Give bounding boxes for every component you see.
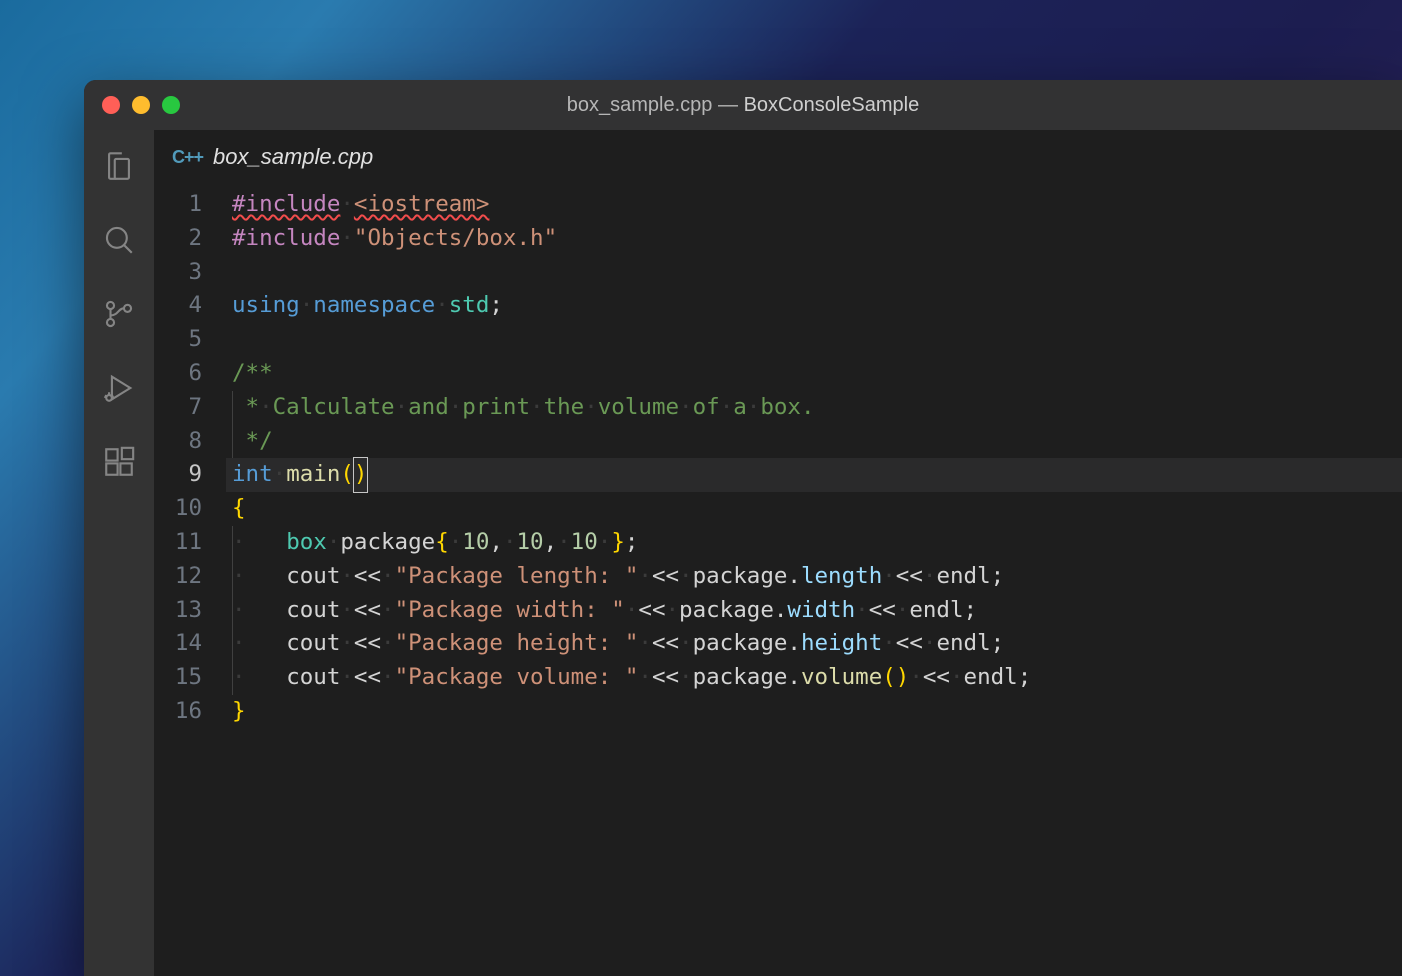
cpp-file-icon: C++	[172, 147, 203, 168]
line-number: 3	[154, 256, 202, 290]
editor-window: box_sample.cpp — BoxConsoleSample	[84, 80, 1402, 976]
tab-filename: box_sample.cpp	[213, 144, 373, 170]
line-number: 13	[154, 594, 202, 628]
window-controls	[102, 96, 180, 114]
source-control-icon[interactable]	[101, 296, 137, 332]
line-number: 1	[154, 188, 202, 222]
window-body: C++ box_sample.cpp 123456789101112131415…	[84, 130, 1402, 976]
line-number: 12	[154, 560, 202, 594]
line-number: 8	[154, 425, 202, 459]
run-debug-icon[interactable]	[101, 370, 137, 406]
title-filename: box_sample.cpp	[567, 94, 713, 116]
line-number: 6	[154, 357, 202, 391]
code-line[interactable]: · cout·<<·"Package width: "·<<·package.w…	[232, 594, 1402, 628]
activity-bar	[84, 130, 154, 976]
code-line[interactable]: /**	[232, 357, 1402, 391]
line-number: 5	[154, 323, 202, 357]
line-number: 15	[154, 661, 202, 695]
code-line[interactable]	[232, 323, 1402, 357]
line-number: 2	[154, 222, 202, 256]
title-separator: —	[712, 94, 743, 116]
code-content[interactable]: #include·<iostream>#include·"Objects/box…	[232, 188, 1402, 976]
line-number: 11	[154, 526, 202, 560]
code-line[interactable]: int·main()	[226, 458, 1402, 492]
line-number: 14	[154, 627, 202, 661]
code-line[interactable]: using·namespace·std;	[232, 289, 1402, 323]
titlebar[interactable]: box_sample.cpp — BoxConsoleSample	[84, 80, 1402, 130]
code-line[interactable]: }	[232, 695, 1402, 729]
line-number: 4	[154, 289, 202, 323]
maximize-icon[interactable]	[162, 96, 180, 114]
code-editor[interactable]: 12345678910111213141516 #include·<iostre…	[154, 184, 1402, 976]
line-number: 16	[154, 695, 202, 729]
title-project: BoxConsoleSample	[744, 94, 920, 116]
tab-box-sample[interactable]: C++ box_sample.cpp	[154, 130, 397, 184]
close-icon[interactable]	[102, 96, 120, 114]
search-icon[interactable]	[101, 222, 137, 258]
line-number-gutter: 12345678910111213141516	[154, 188, 232, 976]
code-line[interactable]: *·Calculate·and·print·the·volume·of·a·bo…	[232, 391, 1402, 425]
explorer-icon[interactable]	[101, 148, 137, 184]
line-number: 10	[154, 492, 202, 526]
code-line[interactable]: {	[232, 492, 1402, 526]
line-number: 9	[154, 458, 202, 492]
editor-group: C++ box_sample.cpp 123456789101112131415…	[154, 130, 1402, 976]
code-line[interactable]: · box·package{·10,·10,·10·};	[232, 526, 1402, 560]
extensions-icon[interactable]	[101, 444, 137, 480]
code-line[interactable]	[232, 256, 1402, 290]
code-line[interactable]: */	[232, 425, 1402, 459]
minimize-icon[interactable]	[132, 96, 150, 114]
code-line[interactable]: #include·"Objects/box.h"	[232, 222, 1402, 256]
tab-bar: C++ box_sample.cpp	[154, 130, 1402, 184]
code-line[interactable]: · cout·<<·"Package volume: "·<<·package.…	[232, 661, 1402, 695]
code-line[interactable]: · cout·<<·"Package height: "·<<·package.…	[232, 627, 1402, 661]
code-line[interactable]: #include·<iostream>	[232, 188, 1402, 222]
line-number: 7	[154, 391, 202, 425]
code-line[interactable]: · cout·<<·"Package length: "·<<·package.…	[232, 560, 1402, 594]
window-title: box_sample.cpp — BoxConsoleSample	[567, 94, 919, 117]
